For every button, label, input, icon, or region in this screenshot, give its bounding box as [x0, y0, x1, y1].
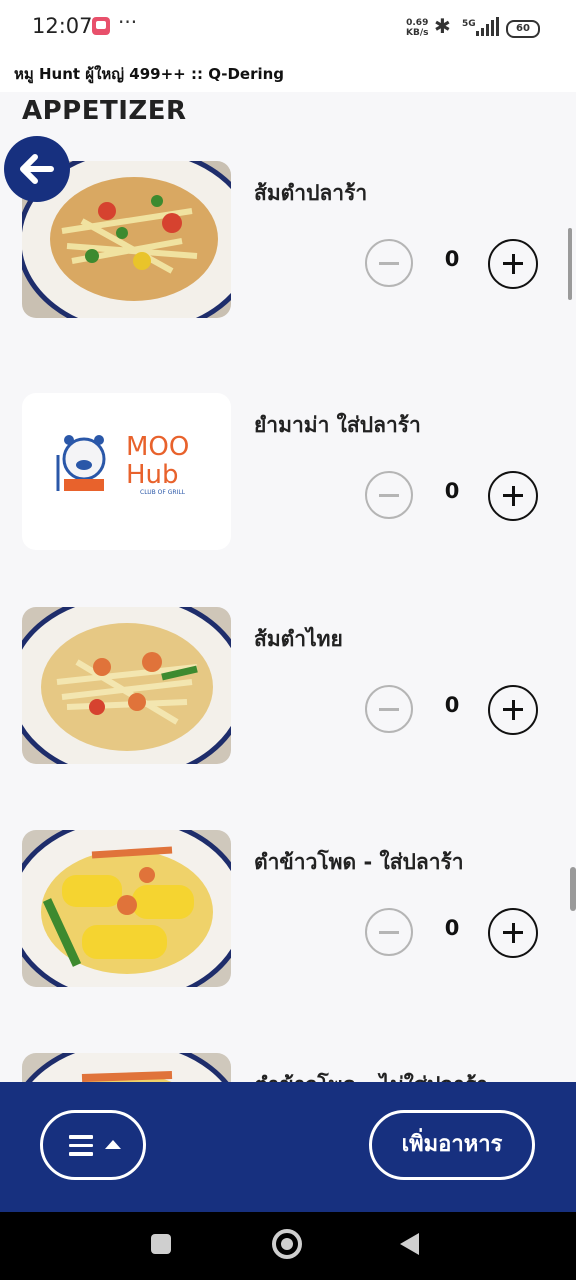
item-name: ยำมาม่า ใส่ปลาร้า	[254, 413, 421, 437]
logo-tagline: CLUB OF GRILL	[140, 489, 186, 496]
corn-salad-image	[22, 830, 231, 987]
category-menu-button[interactable]	[40, 1110, 146, 1180]
home-icon[interactable]	[272, 1229, 302, 1259]
item-name: ตำข้าวโพด - ไม่ใส่ปลาร้า	[254, 1069, 488, 1082]
menu-item: ตำข้าวโพด - ไม่ใส่ปลาร้า	[0, 1053, 576, 1082]
item-quantity: 0	[444, 479, 460, 503]
item-name: ส้มตำไทย	[254, 627, 343, 651]
back-button[interactable]	[4, 136, 70, 202]
network-speed: 0.69 KB/s	[406, 18, 428, 38]
item-quantity: 0	[444, 247, 460, 271]
arrow-left-icon	[20, 154, 54, 184]
notification-app-icon	[92, 17, 110, 35]
item-name: ส้มตำปลาร้า	[254, 181, 368, 205]
menu-item: MOO Hub CLUB OF GRILL ยำมาม่า ใส่ปลาร้า …	[0, 393, 576, 553]
corn-salad-image	[22, 1053, 231, 1082]
increase-quantity-button[interactable]	[488, 685, 538, 735]
moo-hub-logo: MOO Hub CLUB OF GRILL	[56, 432, 189, 496]
cellular-signal-icon: 5G	[462, 17, 499, 36]
system-navigation-bar	[0, 1212, 576, 1280]
app-title-bar: หมู Hunt ผู้ใหญ่ 499++ :: Q-Dering	[0, 56, 576, 92]
decrease-quantity-button[interactable]	[365, 471, 413, 519]
menu-list[interactable]: APPETIZER ส้มตำปลาร้า 0 MOO Hub CLUB OF …	[0, 92, 576, 1082]
menu-item: ส้มตำปลาร้า 0	[0, 161, 576, 321]
scrollbar-thumb[interactable]	[568, 228, 572, 300]
bluetooth-icon: ✱	[434, 14, 451, 38]
item-name: ตำข้าวโพด - ใส่ปลาร้า	[254, 850, 464, 874]
food-image[interactable]	[22, 830, 231, 987]
add-food-button[interactable]: เพิ่มอาหาร	[369, 1110, 535, 1180]
network-type-label: 5G	[462, 19, 476, 29]
menu-icon	[69, 1135, 93, 1156]
status-bar: 12:07 ··· 0.69 KB/s ✱ 5G 60	[0, 0, 576, 56]
food-image[interactable]	[22, 1053, 231, 1082]
food-image[interactable]	[22, 607, 231, 764]
increase-quantity-button[interactable]	[488, 239, 538, 289]
menu-item: ตำข้าวโพด - ใส่ปลาร้า 0	[0, 830, 576, 990]
decrease-quantity-button[interactable]	[365, 239, 413, 287]
item-quantity: 0	[444, 916, 460, 940]
recents-icon[interactable]	[151, 1234, 171, 1254]
thai-papaya-salad-image	[22, 607, 231, 764]
caret-up-icon	[105, 1140, 121, 1149]
menu-item: ส้มตำไทย 0	[0, 607, 576, 767]
bottom-action-bar: เพิ่มอาหาร	[0, 1082, 576, 1212]
increase-quantity-button[interactable]	[488, 471, 538, 521]
item-quantity: 0	[444, 693, 460, 717]
app-title: หมู Hunt ผู้ใหญ่ 499++ :: Q-Dering	[14, 65, 285, 83]
network-speed-unit: KB/s	[406, 28, 429, 38]
logo-brand-bottom: Hub	[126, 460, 179, 490]
section-title: APPETIZER	[22, 96, 187, 126]
back-nav-icon[interactable]	[400, 1233, 419, 1255]
scrollbar-thumb-secondary[interactable]	[570, 867, 576, 911]
network-speed-value: 0.69	[406, 18, 429, 28]
status-time: 12:07	[32, 14, 93, 38]
decrease-quantity-button[interactable]	[365, 908, 413, 956]
logo-brand-top: MOO	[126, 432, 189, 462]
food-image[interactable]: MOO Hub CLUB OF GRILL	[22, 393, 231, 550]
battery-level: 60	[506, 20, 540, 38]
increase-quantity-button[interactable]	[488, 908, 538, 958]
more-notifications-icon: ···	[118, 10, 138, 34]
decrease-quantity-button[interactable]	[365, 685, 413, 733]
